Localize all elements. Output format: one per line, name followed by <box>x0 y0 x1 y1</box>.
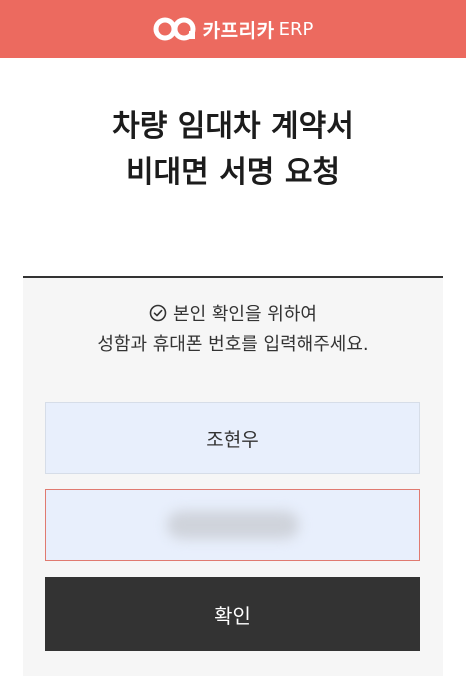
name-field[interactable]: 조현우 <box>45 402 420 474</box>
page-title-line-2: 비대면 서명 요청 <box>125 155 341 190</box>
brand: 카프리카 ERP <box>153 16 314 43</box>
check-circle-icon <box>149 304 167 322</box>
phone-field[interactable] <box>45 489 420 561</box>
notice-line-2: 성함과 휴대폰 번호를 입력해주세요. <box>97 334 369 355</box>
notice-text-1: 본인 확인을 위하여 <box>173 304 317 325</box>
phone-value-redacted <box>166 511 299 539</box>
name-value: 조현우 <box>206 428 259 451</box>
brand-name: 카프리카 <box>202 19 275 42</box>
page-title: 차량 임대차 계약서 비대면 서명 요청 <box>0 104 466 196</box>
verification-notice: 본인 확인을 위하여 성함과 휴대폰 번호를 입력해주세요. <box>0 300 466 360</box>
carprika-logo-icon <box>153 17 196 41</box>
notice-line-1: 본인 확인을 위하여 <box>0 300 466 330</box>
brand-suffix: ERP <box>278 18 314 40</box>
page-title-line-1: 차량 임대차 계약서 <box>112 109 354 144</box>
confirm-button[interactable]: 확인 <box>45 577 420 651</box>
header-bar: 카프리카 ERP <box>0 0 466 58</box>
